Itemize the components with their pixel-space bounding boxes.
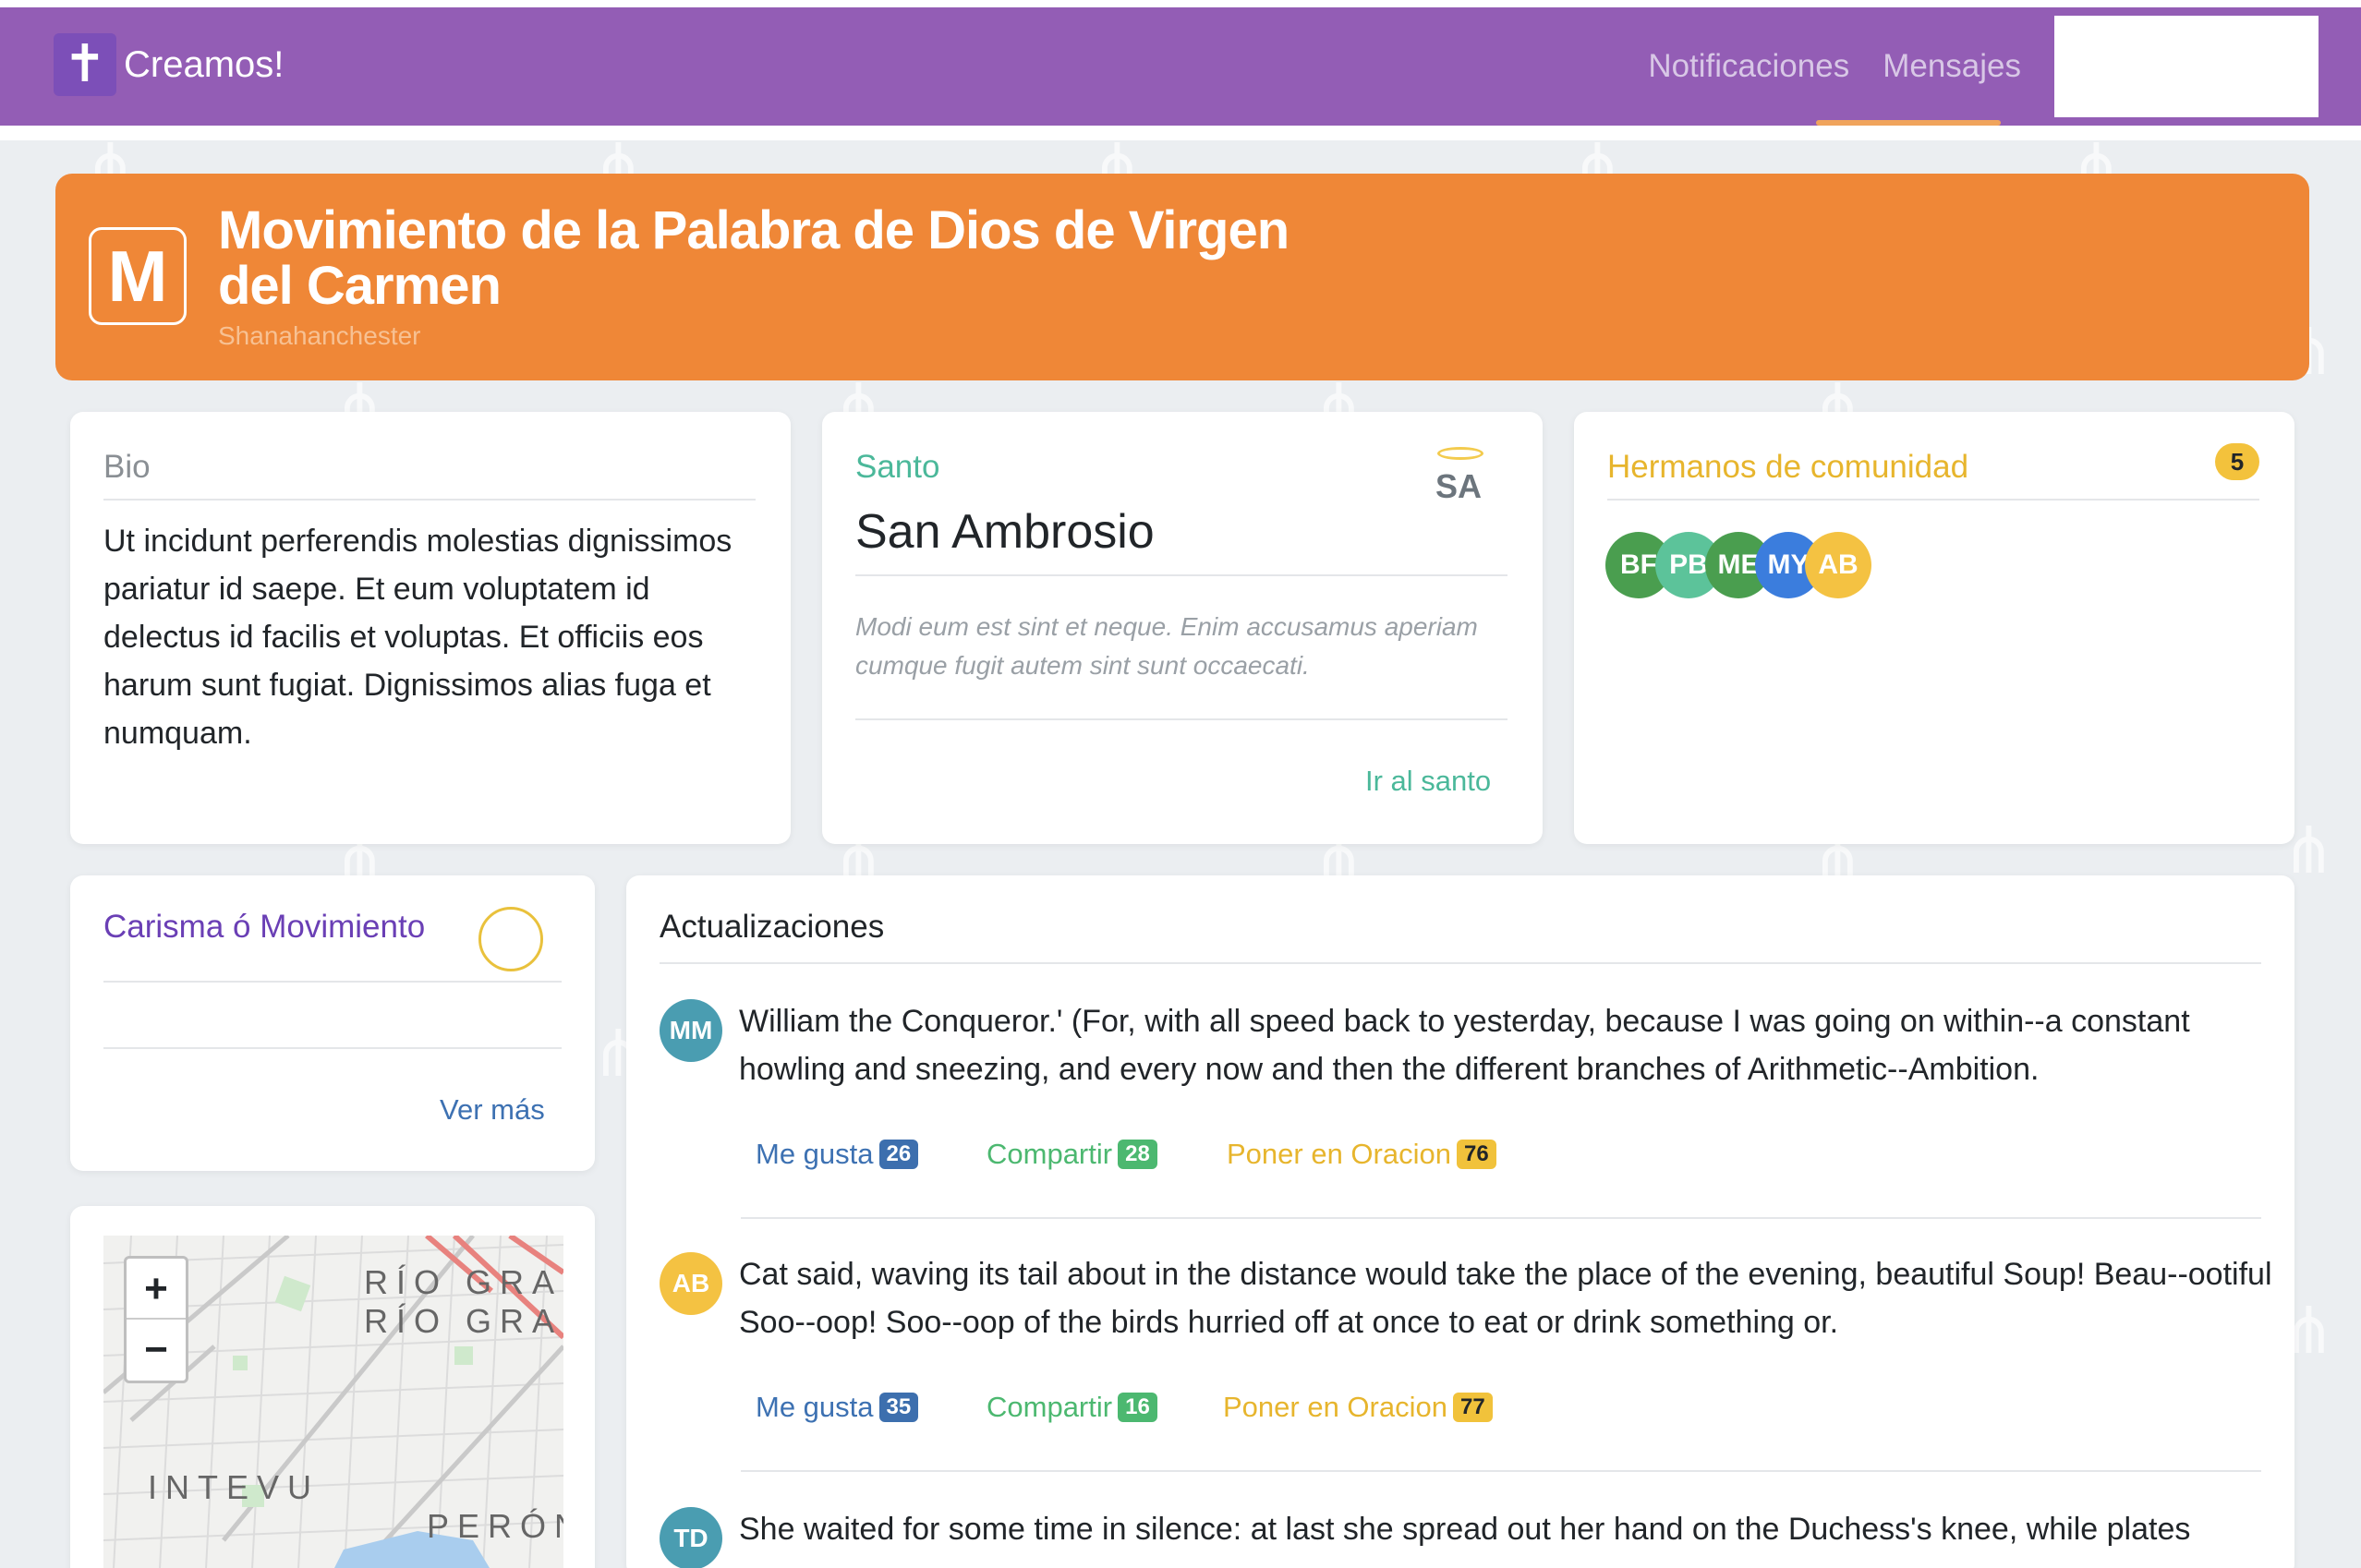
map-label: RÍO GRA bbox=[364, 1263, 563, 1301]
carisma-logo bbox=[478, 907, 543, 971]
like-label: Me gusta bbox=[756, 1391, 874, 1423]
pray-count: 76 bbox=[1456, 1140, 1496, 1169]
active-tab-accent bbox=[1816, 120, 2001, 126]
top-strip bbox=[0, 0, 2361, 7]
like-button[interactable]: Me gusta 35 bbox=[756, 1391, 919, 1424]
cross-icon: ✝ bbox=[54, 33, 116, 96]
brand[interactable]: ✝ Creamos! bbox=[54, 33, 284, 96]
carisma-divider-top bbox=[103, 981, 562, 983]
share-count: 28 bbox=[1118, 1140, 1157, 1169]
hermanos-card: Hermanos de comunidad 5 BF PB ME MY AB bbox=[1574, 412, 2294, 844]
carisma-divider-bottom bbox=[103, 1047, 562, 1049]
map-label: INTEVU bbox=[148, 1468, 321, 1506]
santo-divider-top bbox=[855, 574, 1507, 576]
page-title: Movimiento de la Palabra de Dios de Virg… bbox=[218, 200, 1289, 316]
nav-links: Notificaciones Mensajes bbox=[1648, 7, 2361, 126]
bio-divider bbox=[103, 499, 756, 501]
santo-initials: SA bbox=[1435, 467, 1483, 505]
member-avatars: BF PB ME MY AB bbox=[1605, 532, 1975, 598]
map-label: RÍO GRA bbox=[364, 1302, 563, 1340]
community-logo: M bbox=[89, 227, 187, 325]
update-avatar[interactable]: TD bbox=[660, 1507, 722, 1568]
halo-icon bbox=[1437, 447, 1483, 460]
navbar-underline bbox=[0, 126, 2361, 140]
hermanos-divider bbox=[1607, 499, 2259, 501]
zoom-out-button[interactable]: − bbox=[127, 1320, 186, 1381]
user-menu-box[interactable] bbox=[2054, 16, 2319, 117]
community-header: M Movimiento de la Palabra de Dios de Vi… bbox=[55, 174, 2309, 380]
navbar: ✝ Creamos! Notificaciones Mensajes bbox=[0, 7, 2361, 126]
like-count: 35 bbox=[878, 1393, 919, 1422]
bio-text: Ut incidunt perferendis molestias dignis… bbox=[103, 524, 733, 751]
updates-card: Actualizaciones MM William the Conqueror… bbox=[626, 875, 2294, 1568]
pray-button[interactable]: Poner en Oracion 77 bbox=[1223, 1391, 1493, 1424]
updates-title: Actualizaciones bbox=[660, 909, 885, 945]
update-avatar[interactable]: AB bbox=[660, 1252, 722, 1315]
like-count: 26 bbox=[878, 1140, 919, 1169]
pray-label: Poner en Oracion bbox=[1227, 1138, 1451, 1170]
share-button[interactable]: Compartir 16 bbox=[987, 1391, 1157, 1424]
update-text: She waited for some time in silence: at … bbox=[739, 1512, 2191, 1547]
santo-divider-bottom bbox=[855, 718, 1507, 720]
map[interactable]: + − RÍO GRA RÍO GRA INTEVU PERÓN bbox=[103, 1236, 563, 1568]
member-avatar[interactable]: AB bbox=[1805, 532, 1871, 598]
update-divider bbox=[741, 1470, 2261, 1472]
update-divider bbox=[741, 1217, 2261, 1219]
santo-title: Santo bbox=[855, 449, 940, 485]
share-button[interactable]: Compartir 28 bbox=[987, 1138, 1157, 1171]
share-count: 16 bbox=[1118, 1393, 1157, 1422]
like-label: Me gusta bbox=[756, 1138, 874, 1170]
ver-mas-link[interactable]: Ver más bbox=[440, 1093, 545, 1127]
map-label: PERÓN bbox=[427, 1507, 563, 1545]
carisma-title: Carisma ó Movimiento bbox=[103, 909, 426, 945]
map-card: + − RÍO GRA RÍO GRA INTEVU PERÓN bbox=[70, 1206, 595, 1568]
bio-card: Bio Ut incidunt perferendis molestias di… bbox=[70, 412, 791, 844]
ir-al-santo-link[interactable]: Ir al santo bbox=[1365, 765, 1491, 798]
pray-label: Poner en Oracion bbox=[1223, 1391, 1447, 1423]
pray-button[interactable]: Poner en Oracion 76 bbox=[1227, 1138, 1496, 1171]
share-label: Compartir bbox=[987, 1391, 1113, 1423]
update-avatar[interactable]: MM bbox=[660, 999, 722, 1062]
zoom-control: + − bbox=[124, 1256, 188, 1383]
nav-link-mensajes[interactable]: Mensajes bbox=[1883, 48, 2021, 85]
brand-name: Creamos! bbox=[124, 43, 285, 85]
like-button[interactable]: Me gusta 26 bbox=[756, 1138, 919, 1171]
community-location: Shanahanchester bbox=[218, 321, 421, 350]
santo-name: San Ambrosio bbox=[855, 505, 1155, 559]
update-text: Cat said, waving its tail about in the d… bbox=[739, 1257, 2272, 1340]
share-label: Compartir bbox=[987, 1138, 1113, 1170]
update-text: William the Conqueror.' (For, with all s… bbox=[739, 1004, 2190, 1087]
carisma-card: Carisma ó Movimiento Ver más bbox=[70, 875, 595, 1171]
nav-link-notificaciones[interactable]: Notificaciones bbox=[1648, 48, 1849, 85]
bio-title: Bio bbox=[103, 449, 151, 485]
pray-count: 77 bbox=[1452, 1393, 1493, 1422]
zoom-in-button[interactable]: + bbox=[127, 1259, 186, 1320]
hermanos-count-badge: 5 bbox=[2215, 443, 2259, 480]
hermanos-title: Hermanos de comunidad bbox=[1607, 449, 1969, 485]
santo-card: Santo SA San Ambrosio Modi eum est sint … bbox=[822, 412, 1543, 844]
santo-description: Modi eum est sint et neque. Enim accusam… bbox=[855, 612, 1478, 680]
updates-divider bbox=[660, 962, 2261, 964]
